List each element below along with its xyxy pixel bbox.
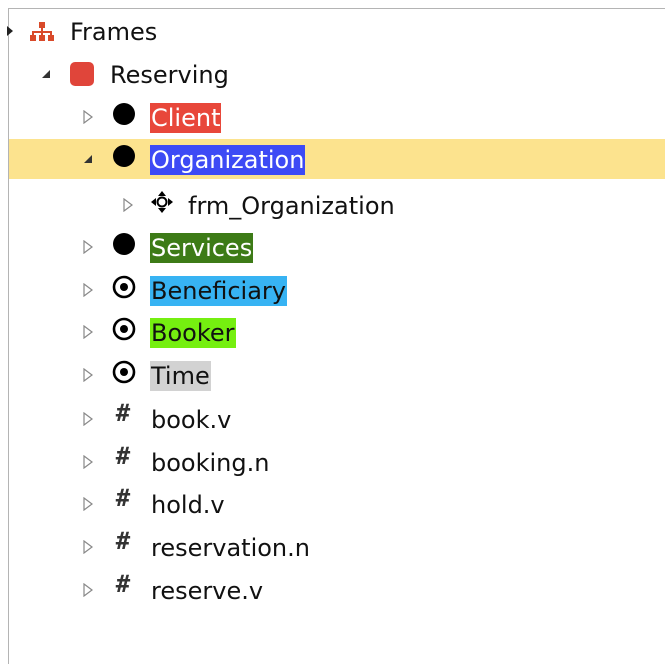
expanded-triangle-icon[interactable]	[39, 67, 53, 81]
tree-node-label: reserve.v	[151, 577, 264, 605]
tree-node-label: Frames	[70, 18, 158, 46]
frame-tree-panel: Frames Reserving Client Organization frm…	[7, 8, 665, 664]
collapsed-triangle-icon[interactable]	[81, 412, 95, 426]
tree-node-label: booking.n	[151, 449, 270, 477]
tree-node-lexical-unit[interactable]: # reservation.n	[9, 527, 409, 567]
tree-node-label: Booker	[150, 318, 236, 348]
tree-node-reserving[interactable]: Reserving	[9, 54, 309, 94]
tree-node-lexical-unit[interactable]: # reserve.v	[9, 570, 409, 610]
filled-circle-icon	[111, 143, 137, 169]
tree-node-lexical-unit[interactable]: # booking.n	[9, 442, 409, 482]
collapsed-triangle-icon[interactable]	[81, 283, 95, 297]
hash-icon: #	[115, 442, 131, 470]
hash-icon: #	[115, 570, 131, 598]
expanded-triangle-icon[interactable]	[3, 24, 17, 38]
tree-node-booker[interactable]: Booker	[9, 312, 409, 352]
target-circle-icon	[111, 316, 137, 342]
tree-node-label: Time	[150, 361, 211, 391]
red-square-icon	[69, 61, 95, 87]
tree-node-label: Beneficiary	[150, 276, 287, 306]
tree-node-lexical-unit[interactable]: # hold.v	[9, 484, 409, 524]
expanded-triangle-icon[interactable]	[81, 152, 95, 166]
tree-node-client[interactable]: Client	[9, 97, 409, 137]
tree-node-label: Organization	[150, 145, 306, 175]
filled-circle-icon	[111, 101, 137, 127]
tree-node-label: Services	[150, 233, 254, 263]
tree-node-label: Client	[150, 103, 222, 133]
collapsed-triangle-icon[interactable]	[81, 325, 95, 339]
tree-node-frm-organization[interactable]: frm_Organization	[9, 185, 509, 225]
tree-node-beneficiary[interactable]: Beneficiary	[9, 270, 409, 310]
tree-node-label: hold.v	[151, 491, 225, 519]
target-circle-icon	[111, 274, 137, 300]
collapsed-triangle-icon[interactable]	[81, 455, 95, 469]
tree-node-frames[interactable]: Frames	[7, 11, 309, 51]
collapsed-triangle-icon[interactable]	[81, 497, 95, 511]
tree-node-time[interactable]: Time	[9, 355, 409, 395]
tree-node-services[interactable]: Services	[9, 227, 409, 267]
tree-node-organization[interactable]: Organization	[9, 139, 665, 179]
collapsed-triangle-icon[interactable]	[81, 540, 95, 554]
hash-icon: #	[115, 527, 131, 555]
collapsed-triangle-icon[interactable]	[121, 198, 135, 212]
tree-node-label: frm_Organization	[188, 192, 395, 220]
collapsed-triangle-icon[interactable]	[81, 240, 95, 254]
hash-icon: #	[115, 484, 131, 512]
collapsed-triangle-icon[interactable]	[81, 368, 95, 382]
collapsed-triangle-icon[interactable]	[81, 110, 95, 124]
target-circle-icon	[111, 359, 137, 385]
filled-circle-icon	[111, 231, 137, 257]
crosshair-icon	[149, 189, 175, 215]
sitemap-icon	[29, 19, 55, 45]
tree-node-lexical-unit[interactable]: # book.v	[9, 399, 409, 439]
collapsed-triangle-icon[interactable]	[81, 583, 95, 597]
tree-node-label: Reserving	[110, 61, 229, 89]
hash-icon: #	[115, 399, 131, 427]
tree-node-label: reservation.n	[151, 534, 310, 562]
tree-node-label: book.v	[151, 406, 232, 434]
